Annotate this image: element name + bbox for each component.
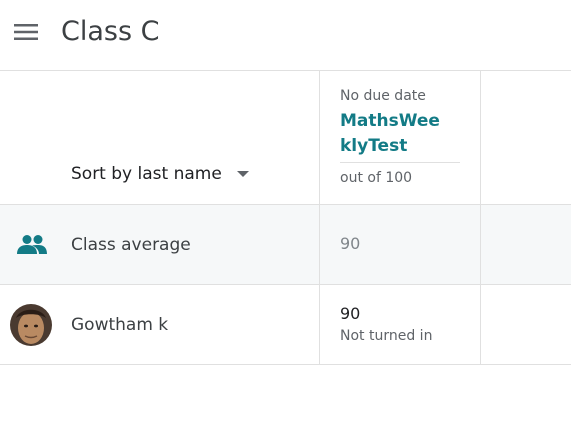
class-average-value: 90 bbox=[340, 234, 361, 253]
sort-dropdown[interactable]: Sort by last name bbox=[71, 162, 256, 186]
class-average-label: Class average bbox=[71, 235, 191, 255]
dropdown-arrow-icon bbox=[237, 171, 249, 177]
header-divider bbox=[340, 162, 460, 163]
sort-label: Sort by last name bbox=[71, 164, 222, 184]
assignment-points: out of 100 bbox=[340, 170, 413, 186]
column-divider bbox=[480, 71, 481, 364]
student-avatar[interactable] bbox=[10, 304, 52, 346]
page-title: Class C bbox=[61, 16, 160, 47]
grade-cell[interactable]: 90 Not turned in bbox=[320, 286, 480, 364]
student-name[interactable]: Gowtham k bbox=[71, 313, 168, 337]
student-photo bbox=[10, 304, 52, 346]
assignment-title-link[interactable]: MathsWeeklyTest bbox=[340, 109, 440, 159]
people-icon bbox=[17, 235, 47, 254]
top-app-bar: Class C bbox=[0, 0, 571, 71]
main-menu-button[interactable] bbox=[12, 20, 40, 44]
grade-status: Not turned in bbox=[340, 328, 433, 344]
grade-value: 90 bbox=[340, 304, 361, 323]
hamburger-menu-icon bbox=[14, 24, 38, 40]
assignment-due-date: No due date bbox=[340, 88, 426, 104]
